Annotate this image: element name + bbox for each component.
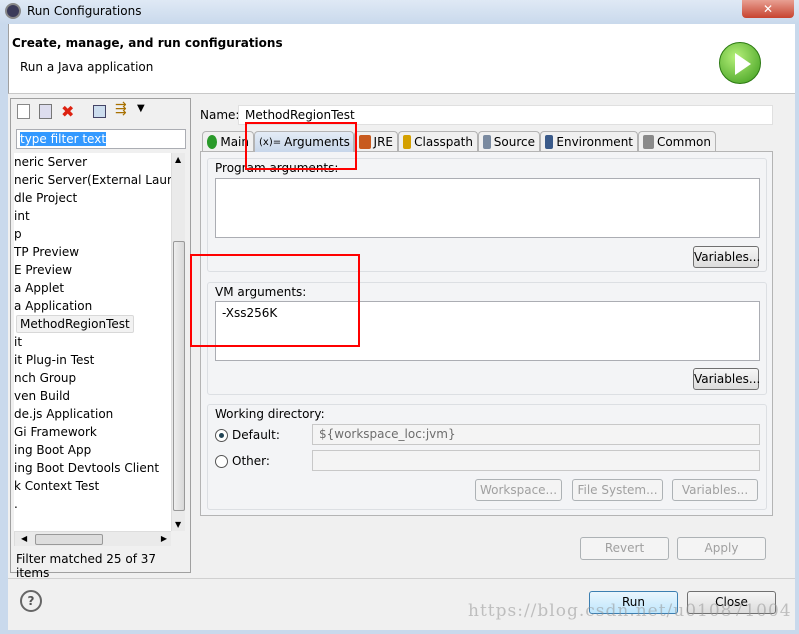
common-table-icon [643,135,654,149]
watermark: https://blog.csdn.net/u010871004 [468,601,792,621]
run-play-icon [719,42,761,84]
config-list-item[interactable]: p [14,225,22,243]
config-list-item[interactable]: a Applet [14,279,64,297]
new-config-icon[interactable] [17,104,30,119]
working-directory-group: Working directory: Default: ${workspace_… [207,404,767,510]
working-variables-button[interactable]: Variables... [672,479,758,501]
filter-icon[interactable]: ⇶ [115,101,127,117]
tab-environment[interactable]: Environment [540,131,638,152]
config-list-item[interactable]: nch Group [14,369,76,387]
other-radio[interactable] [215,455,228,468]
program-arguments-textarea[interactable] [215,178,760,238]
program-variables-button[interactable]: Variables... [693,246,760,268]
classpath-icon [403,135,412,149]
window-title: Run Configurations [27,4,142,18]
tab-source[interactable]: Source [478,131,540,152]
highlight-box-vm-arguments [190,254,360,347]
tab-classpath[interactable]: Classpath [398,131,478,152]
filter-input[interactable]: type filter text [16,129,186,149]
duplicate-icon[interactable] [39,104,52,119]
config-list-item[interactable]: k Context Test [14,477,99,495]
tab-label: JRE [373,135,393,149]
tab-label: Environment [556,135,633,149]
revert-button[interactable]: Revert [580,537,669,560]
other-label: Other: [232,454,270,468]
config-list-item[interactable]: TP Preview [14,243,79,261]
filter-placeholder: type filter text [20,132,107,146]
config-list-item[interactable]: MethodRegionTest [16,315,134,333]
source-icon [483,135,491,149]
vertical-scrollbar[interactable]: ▲ ▼ [171,153,185,531]
config-tree-panel: ✖ ⇶ ▼ type filter text neric Server neric… [10,98,191,580]
config-list-item[interactable]: E Preview [14,261,72,279]
workspace-button[interactable]: Workspace... [475,479,562,501]
vm-variables-button[interactable]: Variables... [693,368,760,390]
config-list-item[interactable]: it [14,333,22,351]
tab-label: Source [493,135,535,149]
default-radio[interactable] [215,429,228,442]
config-list-item[interactable]: ing Boot Devtools Client [14,459,159,477]
jre-books-icon [359,135,371,149]
tab-arguments[interactable]: (x)= Arguments [254,131,354,152]
close-window-button[interactable]: ✕ [742,0,794,18]
config-list-item[interactable]: dle Project [14,189,77,207]
main-c-icon [207,135,218,149]
config-list-item[interactable]: . [14,495,18,513]
tab-label: Classpath [414,135,473,149]
environment-icon [545,135,554,149]
delete-icon[interactable]: ✖ [61,102,74,121]
collapse-all-icon[interactable] [93,105,106,118]
help-icon[interactable]: ? [20,590,42,612]
config-list-item[interactable]: it Plug-in Test [14,351,94,369]
working-directory-label: Working directory: [215,407,325,421]
horizontal-scrollbar[interactable]: ◀ ▶ [14,531,171,546]
config-list-item[interactable]: ven Build [14,387,70,405]
config-list[interactable]: neric Server neric Server(External Launch… [14,153,185,531]
name-label: Name: [200,108,240,122]
config-list-item[interactable]: a Application [14,297,92,315]
tab-label: Arguments [284,135,350,149]
view-menu-dropdown-icon[interactable]: ▼ [137,103,145,114]
scrollbar-thumb[interactable] [173,241,185,511]
file-system-button[interactable]: File System... [572,479,663,501]
dialog-header: Create, manage, and run configurations R… [8,24,795,94]
config-list-item[interactable]: neric Server [14,153,87,171]
title-bar: Run Configurations ✕ [0,0,799,24]
tab-jre[interactable]: JRE [354,131,398,152]
default-label: Default: [232,428,280,442]
config-list-item[interactable]: ing Boot App [14,441,91,459]
tab-common[interactable]: Common [638,131,716,152]
other-directory-input[interactable] [312,450,760,471]
h-scrollbar-thumb[interactable] [35,534,103,545]
arguments-icon: (x)= [259,136,282,148]
filter-status: Filter matched 25 of 37 items [16,552,157,580]
config-list-item[interactable]: neric Server(External Launch) [14,171,185,189]
footer-separator [8,578,795,579]
eclipse-gear-icon [5,3,21,19]
config-list-item[interactable]: Gi Framework [14,423,97,441]
default-directory-input[interactable]: ${workspace_loc:jvm} [312,424,760,445]
header-title: Create, manage, and run configurations [12,36,283,50]
header-subtitle: Run a Java application [20,60,154,74]
tab-label: Common [656,135,711,149]
config-list-item[interactable]: int [14,207,30,225]
apply-button[interactable]: Apply [677,537,766,560]
config-list-item[interactable]: de.js Application [14,405,113,423]
